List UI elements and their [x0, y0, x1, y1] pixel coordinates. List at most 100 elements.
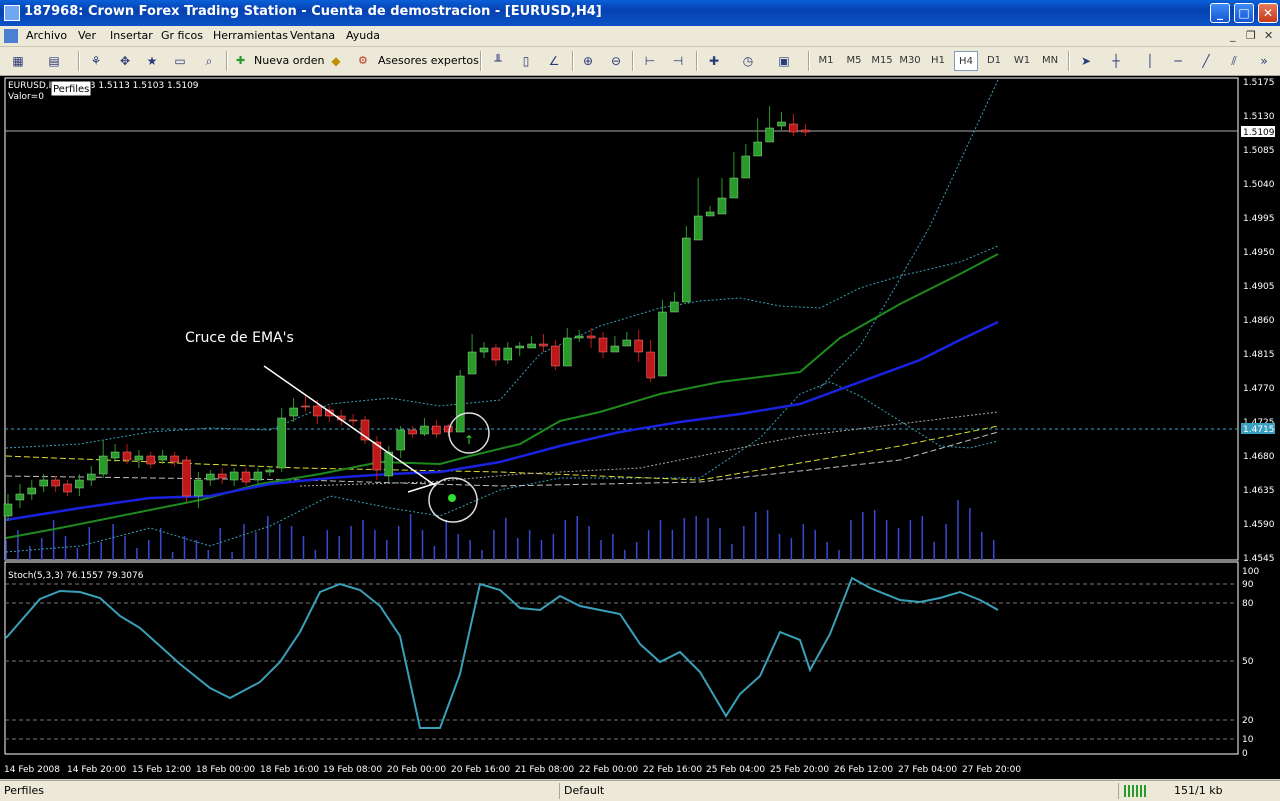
up-arrow-icon: ↑ — [464, 433, 474, 447]
tf-d1[interactable]: D1 — [982, 51, 1006, 71]
candle-body — [777, 121, 786, 127]
mdi-close-icon[interactable]: ✕ — [1264, 29, 1273, 42]
more-tools-icon[interactable]: » — [1254, 51, 1274, 71]
tf-w1[interactable]: W1 — [1010, 51, 1034, 71]
price-label: 1.4545 — [1243, 554, 1275, 564]
menu-herramientas[interactable]: Herramientas — [213, 29, 288, 42]
price-label: 1.5175 — [1243, 78, 1275, 88]
candle-body — [789, 123, 798, 133]
tf-h1[interactable]: H1 — [926, 51, 950, 71]
status-profile: Default — [564, 784, 605, 797]
trendline-icon[interactable]: ╱ — [1196, 51, 1216, 71]
candle-body — [194, 479, 203, 497]
menu-graficos[interactable]: Gr ficos — [161, 29, 203, 42]
tf-mn[interactable]: MN — [1038, 51, 1062, 71]
mdi-restore-icon[interactable]: ❐ — [1246, 29, 1256, 42]
cursor-icon[interactable]: ➤ — [1076, 51, 1096, 71]
candle-body — [229, 471, 239, 481]
candle-body — [717, 197, 727, 215]
tf-m15[interactable]: M15 — [870, 51, 894, 71]
candle-body — [444, 425, 453, 433]
navigator-icon[interactable]: ★ — [142, 51, 162, 71]
channel-icon[interactable]: ⫽ — [1224, 51, 1244, 71]
data-window-icon[interactable]: ✥ — [115, 51, 135, 71]
menu-bar: Archivo Ver Insertar Gr ficos Herramient… — [0, 26, 1280, 47]
candle-body — [75, 479, 84, 489]
tf-m1[interactable]: M1 — [814, 51, 838, 71]
price-label: 1.4680 — [1243, 452, 1275, 462]
stoch-level-label: 80 — [1242, 599, 1254, 609]
terminal-icon[interactable]: ▭ — [170, 51, 190, 71]
candle-body — [729, 177, 739, 199]
zoom-out-icon[interactable]: ⊖ — [606, 51, 626, 71]
candlestick-icon[interactable]: ▯ — [516, 51, 536, 71]
candle-body — [122, 451, 132, 461]
tf-h4[interactable]: H4 — [954, 51, 978, 71]
indicators-icon[interactable]: ✚ — [704, 51, 724, 71]
market-watch-icon[interactable]: ⚘ — [86, 51, 106, 71]
zoom-in-icon[interactable]: ⊕ — [578, 51, 598, 71]
candle-body — [51, 479, 60, 487]
new-chart-icon[interactable]: ▦ — [8, 51, 28, 71]
close-button[interactable]: ✕ — [1258, 3, 1278, 23]
line-chart-icon[interactable]: ∠ — [544, 51, 564, 71]
mdi-minimize-icon[interactable]: _ — [1230, 29, 1236, 42]
crosshair-icon[interactable]: ┼ — [1106, 51, 1126, 71]
candle-body — [158, 455, 167, 461]
chart-window[interactable]: EURUSD,H4 1.5113 1.5113 1.5103 1.5109 Per… — [0, 76, 1280, 779]
price-label: 1.4635 — [1243, 486, 1275, 496]
vertical-line-icon[interactable]: │ — [1140, 51, 1160, 71]
candle-body — [301, 405, 310, 408]
candle-body — [3, 503, 13, 517]
stoch-level-label: 90 — [1242, 580, 1254, 590]
chart-shift-icon[interactable]: ⊣ — [668, 51, 688, 71]
menu-ventana[interactable]: Ventana — [290, 29, 335, 42]
candle-body — [313, 405, 322, 417]
new-order-button[interactable]: ✚ Nueva orden — [234, 51, 325, 71]
candle-body — [563, 337, 572, 367]
experts-label: Asesores expertos — [378, 54, 479, 67]
candle-body — [574, 335, 584, 339]
candle-body — [206, 473, 215, 481]
candle-body — [682, 237, 691, 303]
bar-chart-icon[interactable]: ╨ — [488, 51, 508, 71]
candle-body — [396, 429, 405, 451]
candle-body — [63, 483, 72, 493]
price-label: 1.4995 — [1243, 214, 1275, 224]
tester-icon[interactable]: ⌕ — [199, 51, 219, 71]
time-label: 14 Feb 2008 — [4, 765, 60, 775]
candle-body — [539, 343, 548, 347]
minimize-button[interactable]: _ — [1210, 3, 1230, 23]
menu-ver[interactable]: Ver — [78, 29, 96, 42]
candle-body — [634, 339, 643, 353]
time-label: 15 Feb 12:00 — [132, 765, 191, 775]
stoch-level-label: 50 — [1242, 657, 1254, 667]
chart-canvas[interactable]: EURUSD,H4 1.5113 1.5113 1.5103 1.5109Per… — [0, 76, 1280, 779]
time-label: 22 Feb 00:00 — [579, 765, 638, 775]
templates-icon[interactable]: ▣ — [774, 51, 794, 71]
document-icon[interactable] — [4, 29, 18, 43]
time-label: 18 Feb 16:00 — [260, 765, 319, 775]
autoscroll-icon[interactable]: ⊢ — [640, 51, 660, 71]
price-label: 1.4950 — [1243, 248, 1275, 258]
menu-archivo[interactable]: Archivo — [26, 29, 67, 42]
lower-band — [5, 381, 999, 553]
candle-body — [503, 347, 513, 361]
tf-m30[interactable]: M30 — [898, 51, 922, 71]
warning-icon[interactable]: ◆ — [326, 51, 346, 71]
candle-body — [551, 345, 560, 367]
profiles-icon[interactable]: ▤ — [44, 51, 64, 71]
price-label: 1.5040 — [1243, 180, 1275, 190]
candle-body — [408, 429, 417, 435]
ema-fast — [5, 253, 999, 539]
maximize-button[interactable]: □ — [1234, 3, 1254, 23]
candle-body — [348, 419, 358, 422]
horizontal-line-icon[interactable]: ─ — [1168, 51, 1188, 71]
expert-advisors-button[interactable]: ⚙ Asesores expertos — [356, 51, 479, 71]
tf-m5[interactable]: M5 — [842, 51, 866, 71]
menu-ayuda[interactable]: Ayuda — [346, 29, 380, 42]
menu-insertar[interactable]: Insertar — [110, 29, 153, 42]
periods-icon[interactable]: ◷ — [738, 51, 758, 71]
window-title: 187968: Crown Forex Trading Station - Cu… — [24, 4, 602, 19]
candle-body — [646, 351, 655, 379]
